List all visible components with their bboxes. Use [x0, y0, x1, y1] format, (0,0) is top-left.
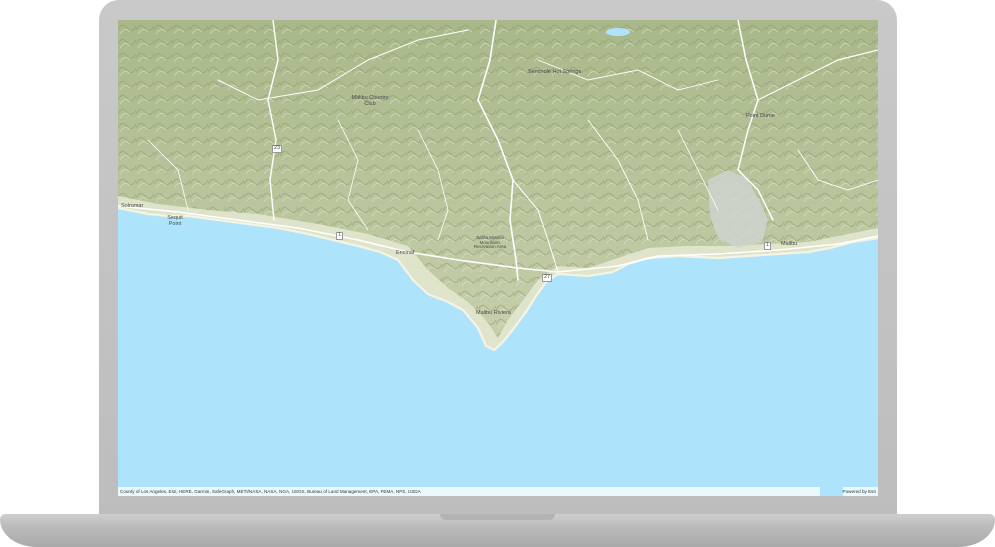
place-label-santa-monica-mountains: Santa Monica Mountains Recreation Area — [473, 235, 507, 249]
route-shield-27: 27 — [542, 274, 553, 282]
route-shield-1-east: 1 — [764, 242, 772, 250]
place-label-malibu-country-club: Malibu Country Club — [351, 95, 389, 107]
place-label-sequit-point: Sequit Point — [167, 215, 183, 227]
map-view[interactable]: 23 1 27 1 Solromar Sequit Point Malibu C… — [118, 20, 878, 496]
place-label-malibu-riviera: Malibu Riviera — [476, 310, 511, 316]
place-label-seminole-hot-springs: Seminole Hot Springs — [528, 69, 582, 75]
reservoir — [606, 28, 630, 36]
place-label-solromar: Solromar — [121, 203, 144, 209]
place-label-encinal: Encinal — [396, 250, 415, 256]
place-label-malibu: Malibu — [781, 241, 798, 247]
laptop-notch — [440, 514, 555, 520]
powered-by-esri[interactable]: Powered by Esri — [842, 487, 878, 496]
map-attribution: County of Los Angeles, Esri, HERE, Garmi… — [118, 487, 820, 496]
place-label-point-dume: Point Dume — [746, 113, 775, 119]
map-basemap[interactable] — [118, 20, 878, 496]
route-shield-1: 1 — [336, 232, 344, 240]
route-shield-23: 23 — [272, 145, 283, 153]
